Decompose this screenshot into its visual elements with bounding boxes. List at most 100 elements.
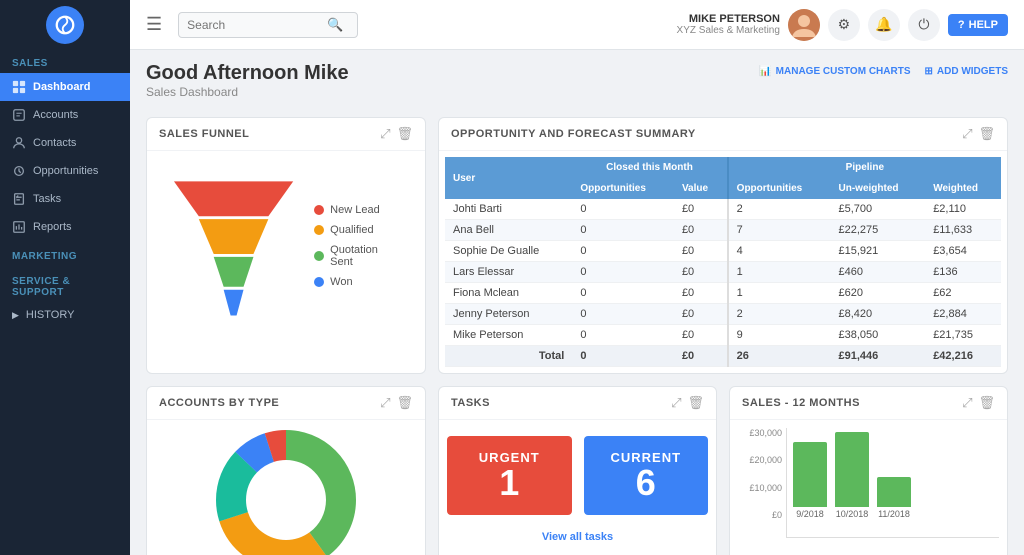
card-actions: ⤢ 🗑 (380, 126, 413, 142)
cell-user: Johti Barti (445, 199, 572, 220)
grid-icon (12, 80, 26, 94)
cell-total-c-opp: 0 (572, 346, 674, 367)
sales-chart-body: £30,000 £20,000 £10,000 £0 9/2018 (730, 420, 1007, 546)
sidebar: SALES Dashboard Accounts Contacts Opport… (0, 0, 130, 555)
tasks-title: TASKS (451, 397, 490, 409)
notifications-button[interactable]: 🔔 (868, 9, 900, 41)
cell-c-val: £0 (674, 241, 728, 262)
delete-icon[interactable]: 🗑 (396, 126, 413, 142)
legend-new-lead: New Lead (314, 204, 403, 216)
y-axis: £30,000 £20,000 £10,000 £0 (738, 428, 786, 538)
add-widgets-label: ADD WIDGETS (937, 66, 1008, 77)
table-row: Lars Elessar 0 £0 1 £460 £136 (445, 262, 1001, 283)
sidebar-item-accounts[interactable]: Accounts (0, 101, 130, 129)
legend-quotation: Quotation Sent (314, 244, 403, 268)
content-area: Good Afternoon Mike Sales Dashboard 📊 MA… (130, 50, 1024, 555)
legend-dot-won (314, 277, 324, 287)
expand-icon[interactable]: ⤢ (380, 395, 390, 411)
view-all-tasks-link[interactable]: View all tasks (447, 523, 708, 549)
donut-chart (196, 430, 376, 555)
col-pipeline-group: Pipeline (728, 157, 1001, 178)
current-task-button[interactable]: CURRENT 6 (584, 436, 709, 515)
search-input[interactable] (187, 18, 327, 32)
cell-c-val: £0 (674, 262, 728, 283)
cell-p-unwt: £8,420 (831, 304, 926, 325)
legend-qualified: Qualified (314, 224, 403, 236)
greeting-subtitle: Sales Dashboard (146, 85, 349, 99)
menu-icon[interactable]: ☰ (146, 14, 162, 35)
accounts-header: ACCOUNTS BY TYPE ⤢ 🗑 (147, 387, 425, 420)
delete-icon[interactable]: 🗑 (396, 395, 413, 411)
bar-label-3: 11/2018 (878, 509, 910, 519)
sidebar-item-history[interactable]: ▶ HISTORY (0, 302, 130, 328)
col-p-unwt: Un-weighted (831, 178, 926, 199)
sidebar-item-opportunities[interactable]: Opportunities (0, 157, 130, 185)
urgent-task-button[interactable]: URGENT 1 (447, 436, 572, 515)
settings-button[interactable]: ⚙ (828, 9, 860, 41)
cell-user: Lars Elessar (445, 262, 572, 283)
sales-12m-title: SALES - 12 MONTHS (742, 397, 860, 409)
cell-p-opp: 4 (728, 241, 831, 262)
sidebar-item-dashboard[interactable]: Dashboard (0, 73, 130, 101)
table-row: Sophie De Gualle 0 £0 4 £15,921 £3,654 (445, 241, 1001, 262)
col-c-opp: Opportunities (572, 178, 674, 199)
app-logo (0, 0, 130, 50)
view-all-tasks-anchor[interactable]: View all tasks (542, 531, 613, 543)
search-box: 🔍 (178, 12, 358, 38)
cell-c-opp: 0 (572, 262, 674, 283)
delete-icon[interactable]: 🗑 (978, 126, 995, 142)
expand-icon[interactable]: ⤢ (962, 126, 972, 142)
avatar[interactable] (788, 9, 820, 41)
widgets-icon: ⊞ (925, 66, 933, 77)
cell-p-unwt: £22,275 (831, 220, 926, 241)
opportunity-table-body: Johti Barti 0 £0 2 £5,700 £2,110 Ana Bel… (445, 199, 1001, 367)
user-info: MIKE PETERSON XYZ Sales & Marketing ⚙ 🔔 … (677, 9, 1008, 41)
sales-12m-card: SALES - 12 MONTHS ⤢ 🗑 £30,000 £20,000 (729, 386, 1008, 555)
expand-icon[interactable]: ⤢ (380, 126, 390, 142)
logout-button[interactable]: ⏻ (908, 9, 940, 41)
cell-p-unwt: £460 (831, 262, 926, 283)
col-closed-group: Closed this Month (572, 157, 727, 178)
expand-icon[interactable]: ⤢ (671, 395, 681, 411)
help-label: HELP (969, 19, 998, 31)
tasks-card: TASKS ⤢ 🗑 URGENT 1 (438, 386, 717, 555)
bar-group-1: 9/2018 (793, 442, 827, 519)
cell-p-wt: £3,654 (925, 241, 1001, 262)
expand-icon[interactable]: ⤢ (962, 395, 972, 411)
cell-c-val: £0 (674, 220, 728, 241)
tasks-body: URGENT 1 CURRENT 6 View all tasks (439, 420, 716, 555)
table-row: Fiona Mclean 0 £0 1 £620 £62 (445, 283, 1001, 304)
sales-funnel-header: SALES FUNNEL ⤢ 🗑 (147, 118, 425, 151)
legend-won: Won (314, 276, 403, 288)
legend-dot-new-lead (314, 205, 324, 215)
delete-icon[interactable]: 🗑 (687, 395, 704, 411)
sidebar-item-reports[interactable]: Reports (0, 213, 130, 241)
tasks-buttons: URGENT 1 CURRENT 6 (447, 436, 708, 515)
sidebar-item-contacts[interactable]: Contacts (0, 129, 130, 157)
opportunity-header: OPPORTUNITY AND FORECAST SUMMARY ⤢ 🗑 (439, 118, 1007, 151)
delete-icon[interactable]: 🗑 (978, 395, 995, 411)
cell-total-p-unwt: £91,446 (831, 346, 926, 367)
cell-user: Mike Peterson (445, 325, 572, 346)
manage-charts-button[interactable]: 📊 MANAGE CUSTOM CHARTS (759, 66, 910, 77)
cell-p-unwt: £38,050 (831, 325, 926, 346)
cell-c-val: £0 (674, 199, 728, 220)
accounts-body (147, 420, 425, 555)
sidebar-item-tasks[interactable]: Tasks (0, 185, 130, 213)
opportunity-table: User Closed this Month Pipeline Opportun… (445, 157, 1001, 367)
y-label-20k: £20,000 (749, 455, 782, 465)
col-p-wt: Weighted (925, 178, 1001, 199)
cell-p-opp: 2 (728, 304, 831, 325)
cell-p-wt: £62 (925, 283, 1001, 304)
user-name: MIKE PETERSON (677, 13, 780, 25)
add-widgets-button[interactable]: ⊞ ADD WIDGETS (925, 66, 1009, 77)
cell-p-opp: 2 (728, 199, 831, 220)
help-button[interactable]: ? HELP (948, 14, 1008, 36)
chart-icon: 📊 (759, 66, 771, 77)
legend-dot-quotation (314, 251, 324, 261)
bar-group-3: 11/2018 (877, 477, 911, 519)
legend-label-qualified: Qualified (330, 224, 373, 236)
opportunity-title: OPPORTUNITY AND FORECAST SUMMARY (451, 128, 696, 140)
bar-3 (877, 477, 911, 507)
cell-p-unwt: £5,700 (831, 199, 926, 220)
